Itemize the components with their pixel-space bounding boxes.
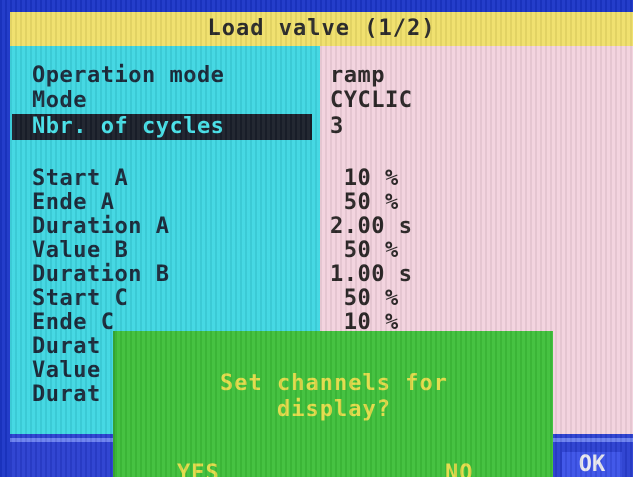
param-value-value-b[interactable]: 50 % xyxy=(330,238,399,264)
param-label-duration-a[interactable]: Duration A xyxy=(32,214,169,240)
param-label-value-b[interactable]: Value B xyxy=(32,238,128,264)
param-label-ende-c[interactable]: Ende C xyxy=(32,310,114,336)
param-label-value-d[interactable]: Value xyxy=(32,358,101,384)
param-label-duration-b[interactable]: Duration B xyxy=(32,262,169,288)
param-value-duration-b[interactable]: 1.00 s xyxy=(330,262,412,288)
param-label-start-c[interactable]: Start C xyxy=(32,286,128,312)
param-label-duration-d[interactable]: Durat xyxy=(32,382,101,408)
param-value-operation-mode[interactable]: ramp xyxy=(330,63,385,89)
param-value-start-a[interactable]: 10 % xyxy=(330,166,399,192)
param-value-ende-a[interactable]: 50 % xyxy=(330,190,399,216)
param-label-nbr-of-cycles[interactable]: Nbr. of cycles xyxy=(32,114,224,140)
param-value-mode[interactable]: CYCLIC xyxy=(330,88,412,114)
param-value-duration-a[interactable]: 2.00 s xyxy=(330,214,412,240)
param-label-start-a[interactable]: Start A xyxy=(32,166,128,192)
ok-button[interactable]: OK xyxy=(562,452,622,477)
window-title: Load valve (1/2) xyxy=(10,12,633,46)
param-value-nbr-of-cycles[interactable]: 3 xyxy=(330,114,344,140)
dialog-yes-button[interactable]: YES xyxy=(177,461,220,477)
dialog-message-line2: display? xyxy=(277,397,391,422)
param-label-mode[interactable]: Mode xyxy=(32,88,87,114)
param-label-operation-mode[interactable]: Operation mode xyxy=(32,63,224,89)
dialog-message: Set channels for display? xyxy=(115,371,553,423)
hmi-screen: Load valve (1/2) Operation mode Mode Nbr… xyxy=(0,0,633,477)
dialog-message-line1: Set channels for xyxy=(220,371,448,396)
confirm-dialog: Set channels for display? YES NO xyxy=(113,331,553,477)
param-label-ende-a[interactable]: Ende A xyxy=(32,190,114,216)
dialog-no-button[interactable]: NO xyxy=(445,461,474,477)
param-value-start-c[interactable]: 50 % xyxy=(330,286,399,312)
param-label-duration-c[interactable]: Durat xyxy=(32,334,101,360)
